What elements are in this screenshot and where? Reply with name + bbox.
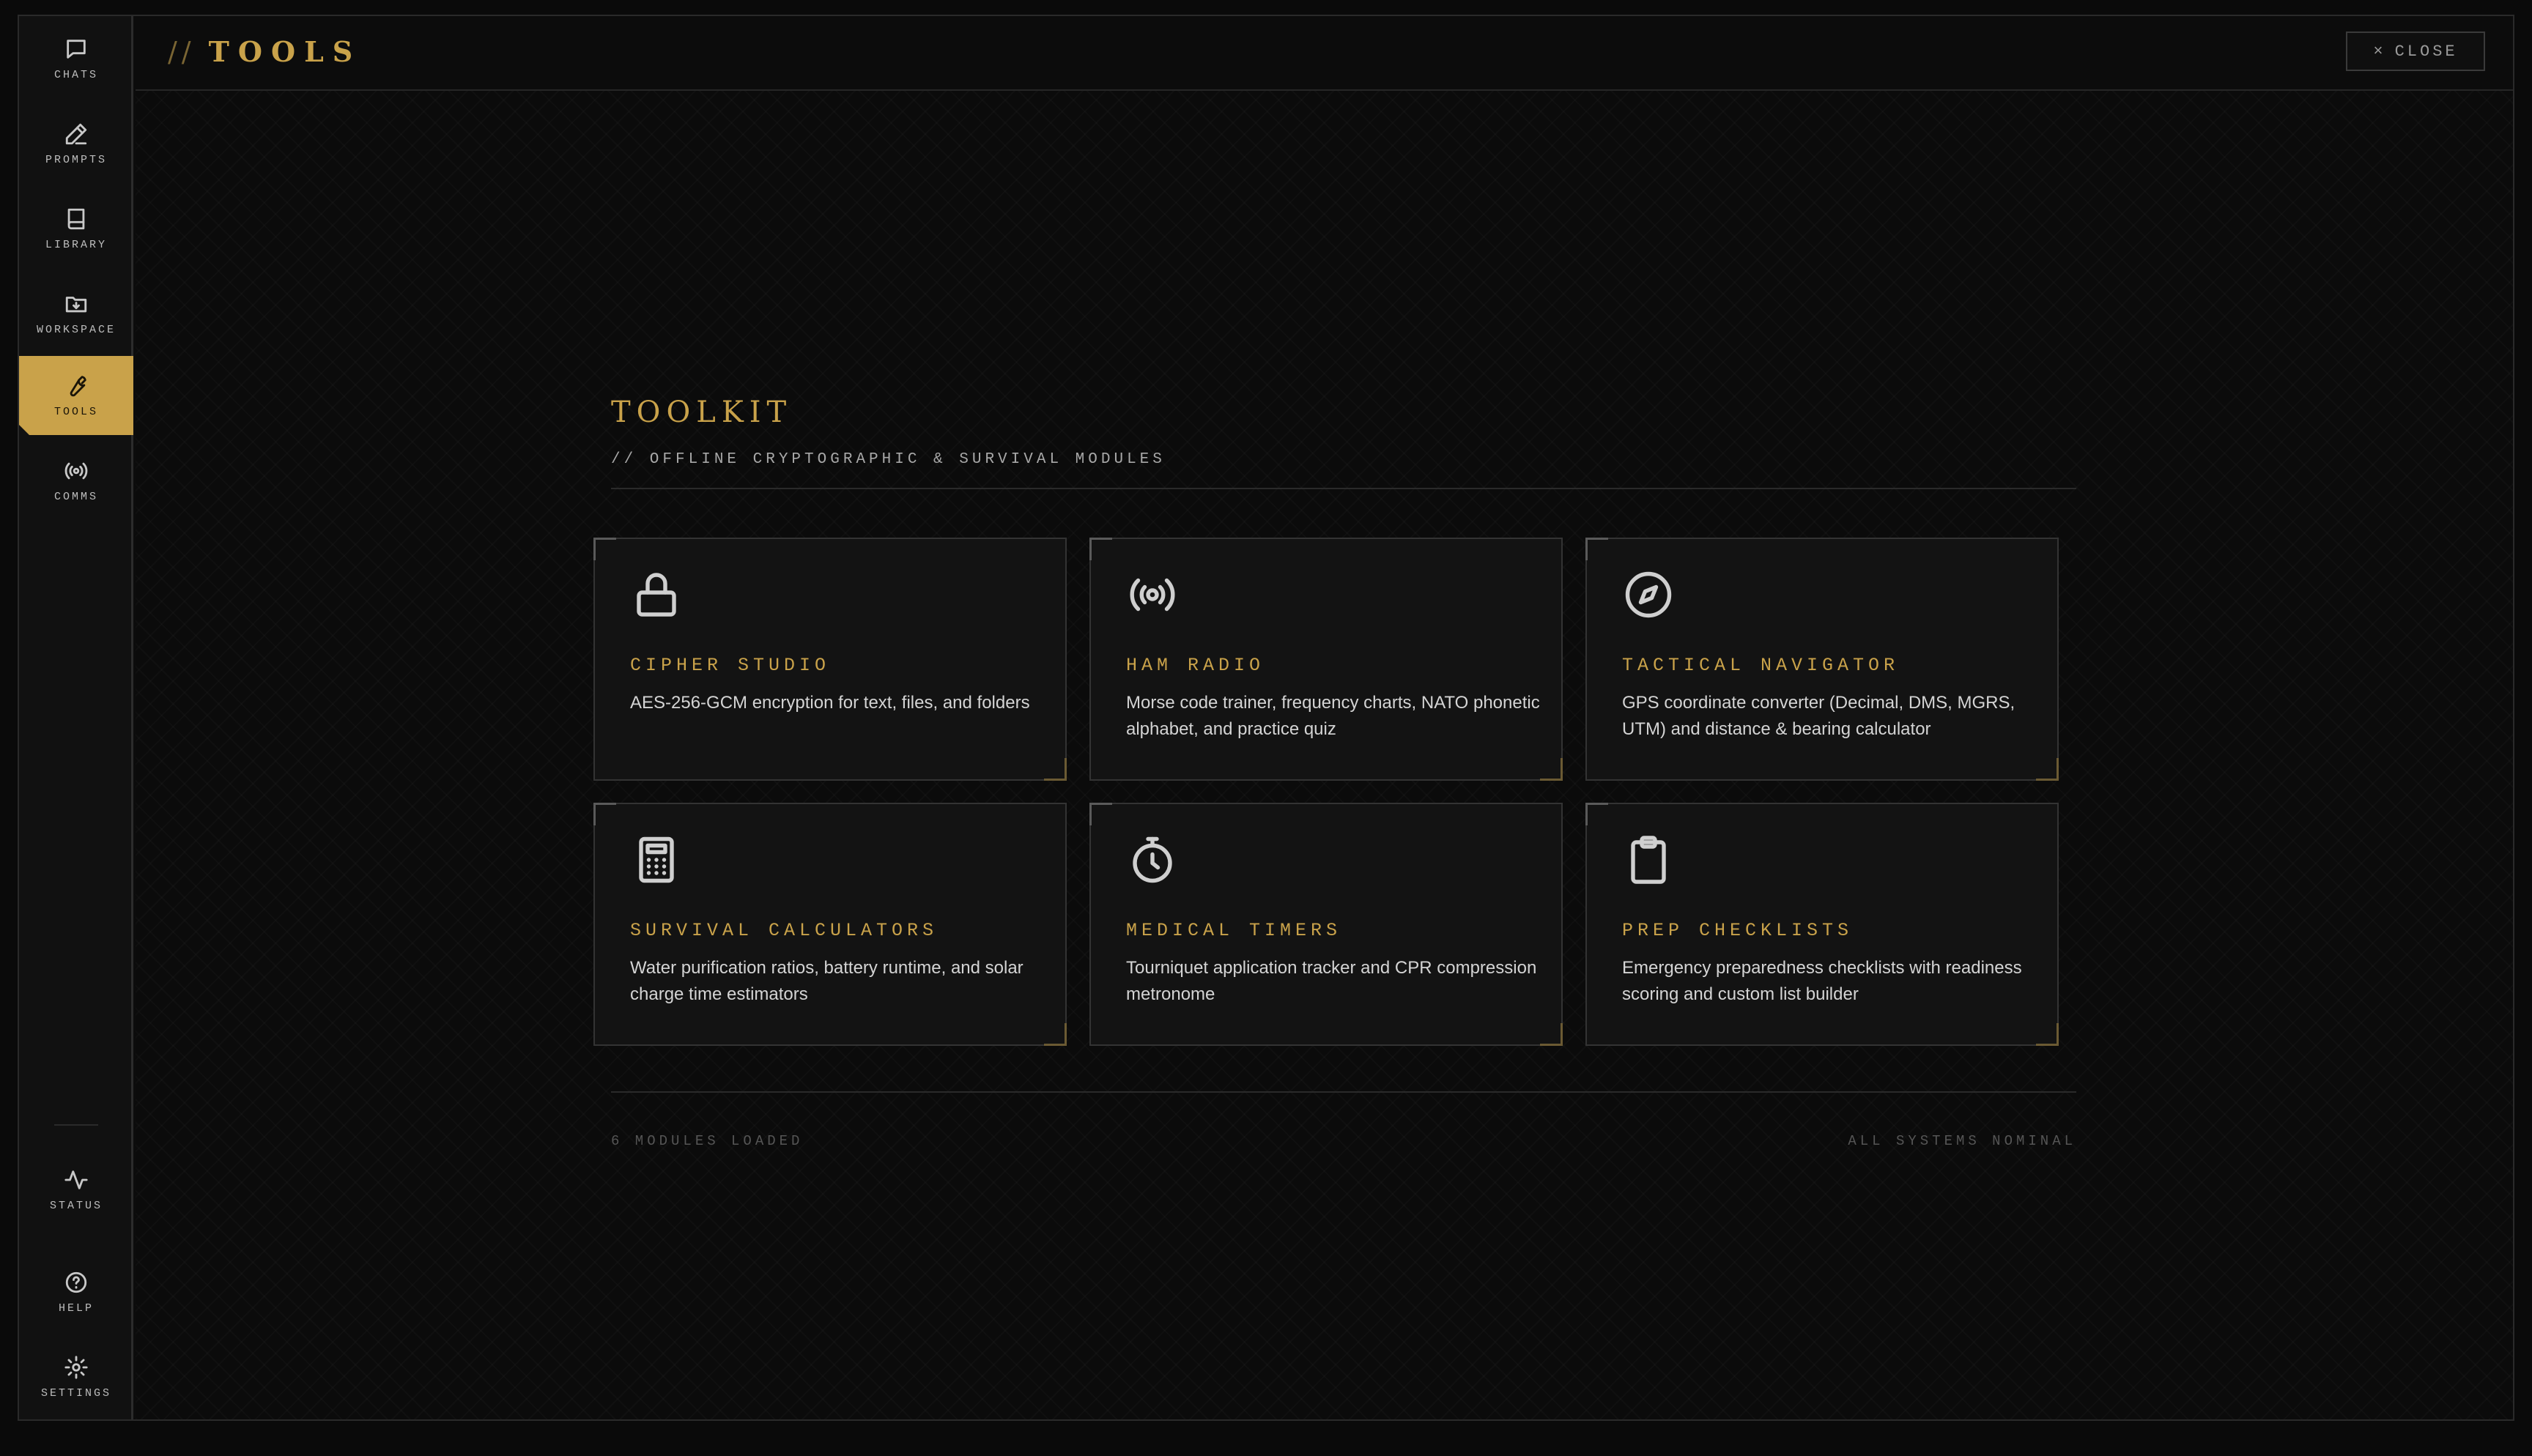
chat-icon	[67, 39, 86, 59]
header: // TOOLS × CLOSE	[136, 16, 2513, 91]
close-label: CLOSE	[2394, 42, 2458, 61]
tool-card-medical-timers[interactable]: MEDICAL TIMERS Tourniquet application tr…	[1089, 803, 1563, 1046]
lock-icon	[637, 573, 676, 617]
sidebar: CHATS PROMPTS LIBRARY WORKSPACE TOOLS CO…	[19, 16, 133, 1419]
broadcast-icon	[64, 462, 88, 479]
sidebar-item-workspace[interactable]: WORKSPACE	[19, 274, 133, 353]
book-icon	[67, 208, 85, 229]
tool-card-ham-radio[interactable]: HAM RADIO Morse code trainer, frequency …	[1089, 538, 1563, 781]
pen-icon	[65, 123, 87, 144]
wrench-icon	[64, 374, 89, 398]
sidebar-item-library[interactable]: LIBRARY	[19, 189, 133, 268]
card-description: GPS coordinate converter (Decimal, DMS, …	[1622, 693, 2015, 739]
section-divider	[611, 488, 2076, 489]
clipboard-icon	[1631, 836, 1666, 884]
card-description: Emergency preparedness checklists with r…	[1622, 958, 2022, 1004]
calculator-icon	[639, 836, 674, 883]
card-title: TACTICAL NAVIGATOR	[1622, 655, 1900, 676]
sidebar-item-status[interactable]: STATUS	[19, 1150, 133, 1229]
sidebar-item-chats[interactable]: CHATS	[19, 19, 133, 98]
tool-card-cipher-studio[interactable]: CIPHER STUDIO AES-256-GCM encryption for…	[593, 538, 1067, 781]
card-description: AES-256-GCM encryption for text, files, …	[630, 693, 1030, 713]
card-title: PREP CHECKLISTS	[1622, 920, 1854, 941]
sidebar-divider	[54, 1124, 98, 1126]
card-title: CIPHER STUDIO	[630, 655, 831, 676]
sidebar-item-comms[interactable]: COMMS	[19, 441, 133, 520]
tool-card-prep-checklists[interactable]: PREP CHECKLISTS Emergency preparedness c…	[1585, 803, 2059, 1046]
toolkit-subtitle: // OFFLINE CRYPTOGRAPHIC & SURVIVAL MODU…	[611, 451, 1166, 468]
card-title: HAM RADIO	[1126, 655, 1265, 676]
sidebar-item-label: LIBRARY	[45, 238, 107, 251]
close-icon: ×	[2373, 42, 2386, 61]
compass-icon	[1625, 571, 1672, 618]
modules-loaded-status: 6 MODULES LOADED	[611, 1133, 804, 1149]
toolkit-title: TOOLKIT	[611, 395, 793, 429]
app-window: CHATS PROMPTS LIBRARY WORKSPACE TOOLS CO…	[18, 15, 2514, 1421]
page-title: // TOOLS	[168, 35, 361, 68]
radio-icon	[1130, 578, 1175, 612]
sidebar-item-settings[interactable]: SETTINGS	[19, 1337, 133, 1416]
footer-divider	[611, 1091, 2076, 1093]
help-icon	[65, 1271, 87, 1293]
sidebar-item-label: TOOLS	[53, 405, 98, 418]
sidebar-item-label: SETTINGS	[40, 1386, 111, 1400]
sidebar-item-label: WORKSPACE	[36, 323, 116, 336]
title-text: TOOLS	[208, 35, 362, 68]
card-description: Morse code trainer, frequency charts, NA…	[1126, 693, 1540, 739]
folder-download-icon	[65, 296, 87, 312]
tool-card-tactical-navigator[interactable]: TACTICAL NAVIGATOR GPS coordinate conver…	[1585, 538, 2059, 781]
activity-icon	[64, 1170, 88, 1189]
sidebar-item-label: STATUS	[49, 1199, 103, 1212]
gear-icon	[64, 1355, 88, 1379]
card-title: MEDICAL TIMERS	[1126, 920, 1342, 941]
sidebar-item-prompts[interactable]: PROMPTS	[19, 104, 133, 183]
sidebar-item-label: PROMPTS	[45, 153, 107, 166]
close-button[interactable]: × CLOSE	[2346, 31, 2485, 71]
sidebar-item-label: COMMS	[53, 490, 98, 503]
stopwatch-icon	[1133, 836, 1172, 883]
card-description: Tourniquet application tracker and CPR c…	[1126, 958, 1537, 1004]
title-prefix: //	[168, 36, 196, 68]
tool-card-survival-calculators[interactable]: SURVIVAL CALCULATORS Water purification …	[593, 803, 1067, 1046]
system-status: ALL SYSTEMS NOMINAL	[1848, 1133, 2076, 1149]
sidebar-item-label: CHATS	[53, 68, 98, 81]
card-description: Water purification ratios, battery runti…	[630, 958, 1023, 1004]
sidebar-item-label: HELP	[58, 1301, 94, 1315]
card-title: SURVIVAL CALCULATORS	[630, 920, 939, 941]
sidebar-item-tools[interactable]: TOOLS	[19, 356, 133, 435]
sidebar-item-help[interactable]: HELP	[19, 1252, 133, 1331]
